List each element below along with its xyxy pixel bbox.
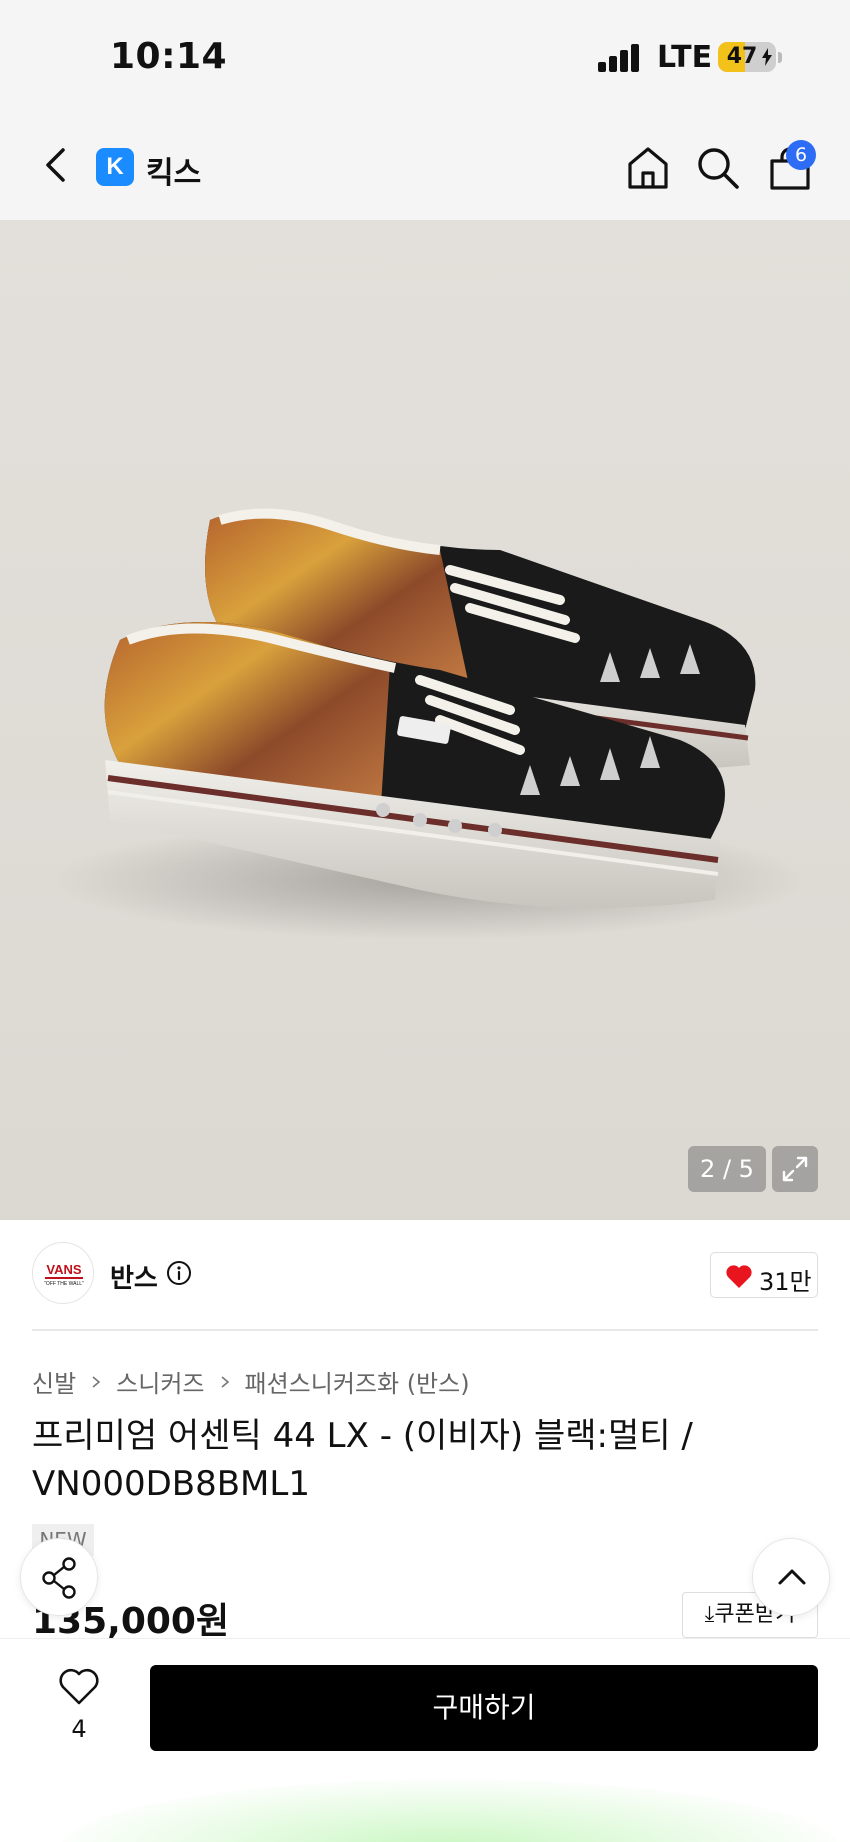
chevron-up-icon bbox=[778, 1569, 806, 1585]
brand-label[interactable]: 반스 bbox=[110, 1258, 158, 1295]
breadcrumb-item-shoes[interactable]: 신발 bbox=[32, 1364, 76, 1399]
cart-count-badge: 6 bbox=[786, 140, 816, 170]
breadcrumb-item-fashion-sneakers[interactable]: 패션스니커즈화 (반스) bbox=[245, 1364, 470, 1399]
wishlist-heart-icon[interactable] bbox=[58, 1667, 100, 1707]
search-icon[interactable] bbox=[694, 144, 742, 192]
chevron-right-icon bbox=[92, 1375, 101, 1388]
buy-button[interactable]: 구매하기 bbox=[150, 1665, 818, 1751]
network-label: LTE bbox=[657, 40, 713, 75]
chevron-right-icon bbox=[220, 1375, 229, 1388]
status-bar: 10:14 LTE 47 bbox=[0, 0, 850, 110]
scroll-top-button[interactable] bbox=[752, 1538, 830, 1616]
heart-icon bbox=[726, 1265, 752, 1288]
bottom-bar: 4 구매하기 bbox=[0, 1638, 850, 1842]
product-image[interactable] bbox=[0, 220, 850, 1220]
home-icon[interactable] bbox=[624, 144, 672, 192]
brand-like-button[interactable]: 31만 bbox=[710, 1252, 818, 1298]
brand-logo[interactable]: K bbox=[96, 148, 134, 186]
battery-level: 47 bbox=[726, 44, 758, 69]
vans-logo-subtext: "OFF THE WALL" bbox=[44, 1281, 84, 1287]
vans-logo[interactable]: VANS "OFF THE WALL" bbox=[32, 1242, 94, 1304]
share-button[interactable] bbox=[20, 1538, 98, 1616]
product-title: 프리미엄 어센틱 44 LX - (이비자) 블랙:멀티 / VN000DB8B… bbox=[32, 1416, 693, 1504]
brand-like-count: 31만 bbox=[759, 1268, 812, 1296]
battery-indicator: 47 bbox=[718, 42, 776, 72]
info-icon[interactable] bbox=[166, 1260, 192, 1286]
download-icon: ⤓ bbox=[704, 1602, 715, 1627]
share-icon bbox=[42, 1557, 76, 1599]
vans-logo-text: VANS bbox=[46, 1262, 81, 1277]
battery-cap bbox=[778, 52, 782, 63]
chevron-left-icon[interactable] bbox=[36, 142, 76, 188]
bolt-icon bbox=[762, 48, 772, 66]
breadcrumb: 신발 스니커즈 패션스니커즈화 (반스) bbox=[32, 1364, 470, 1399]
brand-row: VANS "OFF THE WALL" 반스 31만 bbox=[0, 1220, 850, 1330]
divider bbox=[32, 1329, 818, 1331]
breadcrumb-item-sneakers[interactable]: 스니커즈 bbox=[116, 1364, 204, 1399]
bottom-glow bbox=[60, 1779, 840, 1842]
status-time: 10:14 bbox=[110, 36, 228, 77]
image-counter: 2 / 5 bbox=[688, 1146, 766, 1192]
expand-icon[interactable] bbox=[772, 1146, 818, 1192]
wishlist-count: 4 bbox=[71, 1715, 87, 1743]
vans-logo-mark: VANS "OFF THE WALL" bbox=[44, 1262, 84, 1287]
nav-bar: K 킥스 bbox=[0, 110, 850, 220]
brand-name[interactable]: 킥스 bbox=[146, 148, 201, 192]
signal-icon bbox=[598, 44, 639, 72]
sneaker-illustration bbox=[50, 508, 810, 940]
